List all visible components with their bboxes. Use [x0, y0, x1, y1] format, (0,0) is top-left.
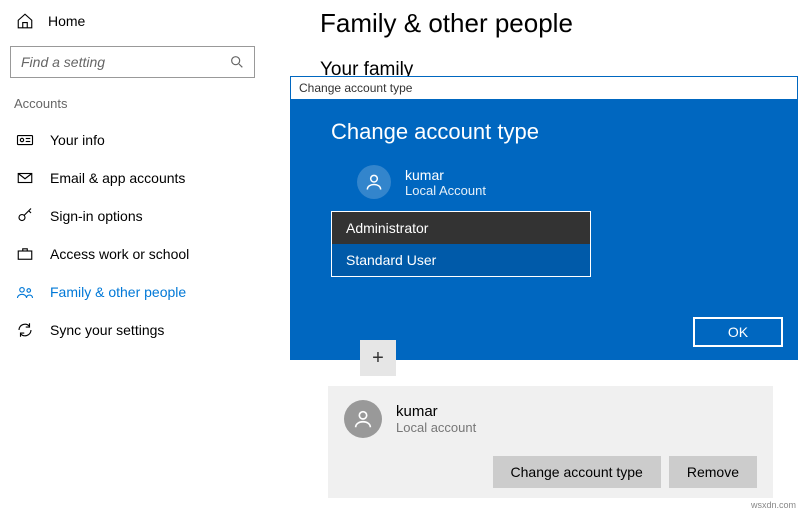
key-icon	[16, 207, 34, 225]
search-wrap	[10, 46, 255, 78]
sidebar-item-family[interactable]: Family & other people	[4, 273, 261, 311]
remove-button[interactable]: Remove	[669, 456, 757, 488]
sidebar-item-sync[interactable]: Sync your settings	[4, 311, 261, 349]
change-account-type-dialog: Change account type Change account type …	[290, 76, 798, 360]
nav-label: Family & other people	[50, 284, 186, 300]
search-icon	[229, 54, 245, 70]
briefcase-icon	[16, 245, 34, 263]
sync-icon	[16, 321, 34, 339]
nav-label: Sign-in options	[50, 208, 143, 224]
person-icon	[364, 172, 384, 192]
watermark: wsxdn.com	[751, 500, 796, 510]
sidebar-item-signin[interactable]: Sign-in options	[4, 197, 261, 235]
person-icon	[352, 408, 374, 430]
user-card-type: Local account	[396, 420, 476, 435]
sidebar-item-email[interactable]: Email & app accounts	[4, 159, 261, 197]
user-card-text: kumar Local account	[396, 403, 476, 435]
user-text: kumar Local Account	[405, 167, 486, 198]
nav-label: Access work or school	[50, 246, 189, 262]
ok-button[interactable]: OK	[693, 317, 783, 347]
nav-label: Sync your settings	[50, 322, 164, 338]
dialog-heading: Change account type	[331, 119, 757, 145]
user-card-header: kumar Local account	[344, 400, 757, 438]
nav-label: Email & app accounts	[50, 170, 185, 186]
people-icon	[16, 283, 34, 301]
option-standard-user[interactable]: Standard User	[332, 244, 590, 276]
user-card[interactable]: kumar Local account Change account type …	[328, 386, 773, 498]
home-link[interactable]: Home	[4, 6, 261, 36]
sidebar-item-your-info[interactable]: Your info	[4, 121, 261, 159]
user-card-avatar	[344, 400, 382, 438]
nav-label: Your info	[50, 132, 105, 148]
dialog-body: Change account type kumar Local Account …	[291, 99, 797, 359]
person-card-icon	[16, 131, 34, 149]
add-user-button[interactable]: +	[360, 340, 396, 376]
settings-sidebar: Home Accounts Your info Email & app acco…	[0, 0, 265, 355]
user-card-name: kumar	[396, 403, 476, 420]
dialog-user-type: Local Account	[405, 183, 486, 198]
change-account-type-button[interactable]: Change account type	[493, 456, 661, 488]
user-avatar	[357, 165, 391, 199]
home-icon	[16, 12, 34, 30]
dialog-titlebar: Change account type	[291, 77, 797, 99]
dialog-user-row: kumar Local Account	[357, 165, 757, 199]
home-label: Home	[48, 13, 85, 29]
page-title: Family & other people	[320, 8, 800, 39]
account-type-dropdown[interactable]: Administrator Standard User	[331, 211, 591, 277]
mail-icon	[16, 169, 34, 187]
main-content: Family & other people Your family	[320, 0, 800, 81]
search-input[interactable]	[10, 46, 255, 78]
section-label: Accounts	[4, 96, 261, 121]
option-administrator[interactable]: Administrator	[332, 212, 590, 244]
dialog-user-name: kumar	[405, 167, 486, 183]
user-card-buttons: Change account type Remove	[344, 456, 757, 488]
sidebar-item-work[interactable]: Access work or school	[4, 235, 261, 273]
